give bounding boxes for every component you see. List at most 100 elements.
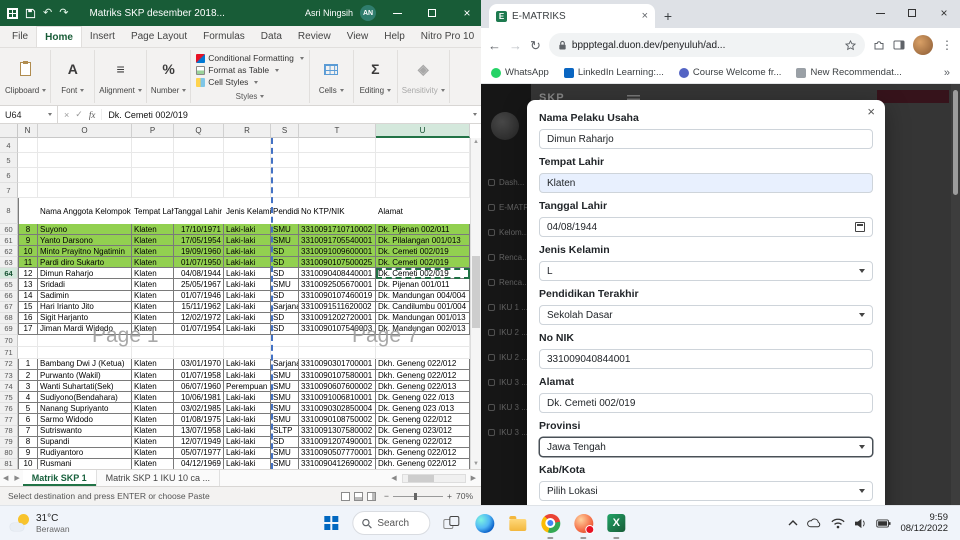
cell[interactable]: SD (271, 312, 299, 324)
cell[interactable] (376, 138, 470, 153)
formula-bar-expand-icon[interactable] (473, 113, 477, 116)
cell[interactable]: 2 (18, 370, 38, 382)
cell[interactable] (174, 168, 224, 183)
volume-icon[interactable] (854, 518, 867, 529)
cell[interactable]: 04/08/1944 (174, 268, 224, 280)
modal-close-icon[interactable]: × (867, 105, 875, 118)
column-header-u[interactable]: U (376, 124, 470, 138)
cell[interactable]: 15/11/1962 (174, 301, 224, 313)
weather-widget[interactable]: 31°C Berawan (0, 506, 80, 540)
cell[interactable]: Sudiyono(Bendahara) (38, 392, 132, 404)
cell[interactable]: Dk. Mandungan 002/013 (376, 323, 470, 335)
page-scrollbar[interactable] (951, 84, 960, 505)
cell[interactable]: Minto Prayitno Ngatimin (38, 246, 132, 258)
cell[interactable] (224, 183, 271, 198)
cell[interactable]: Pardi diro Sukarto (38, 257, 132, 269)
cell[interactable]: 3310090607600002 (299, 381, 376, 393)
cell[interactable] (299, 346, 376, 359)
cell[interactable]: 3310091207490001 (299, 436, 376, 448)
cell[interactable]: Laki-laki (224, 246, 271, 258)
page-layout-view-icon[interactable] (354, 491, 364, 501)
input-nama-pelaku-usaha[interactable]: Dimun Raharjo (539, 129, 873, 149)
cell[interactable] (271, 153, 299, 168)
cell[interactable]: Wanti Suhartati(Sek) (38, 381, 132, 393)
cell[interactable] (18, 334, 38, 347)
column-header-n[interactable]: N (18, 124, 38, 138)
excel-tab-home[interactable]: Home (36, 26, 82, 47)
battery-icon[interactable] (876, 518, 891, 528)
cell[interactable]: Dk. Pilalangan 001/013 (376, 235, 470, 247)
page-scroll-thumb[interactable] (953, 90, 958, 195)
cell[interactable]: Laki-laki (224, 235, 271, 247)
cell[interactable] (38, 183, 132, 198)
cell[interactable]: SD (271, 323, 299, 335)
cell[interactable]: Purwanto (Wakil) (38, 370, 132, 382)
row-header-69[interactable]: 69 (0, 323, 18, 335)
cancel-icon[interactable]: × (64, 110, 69, 120)
cell[interactable]: Dk. Pijenan 002/011 (376, 224, 470, 236)
cell[interactable]: 6 (18, 414, 38, 426)
cell[interactable] (18, 346, 38, 359)
cell[interactable]: Dk. Geneng 022/012 (376, 414, 470, 426)
cell[interactable]: 3310091202720001 (299, 312, 376, 324)
cell[interactable]: 01/07/1958 (174, 370, 224, 382)
minimize-button[interactable] (383, 0, 411, 26)
task-view-button[interactable] (439, 511, 463, 535)
input-provinsi[interactable]: Jawa Tengah (539, 437, 873, 457)
back-icon[interactable]: ← (488, 39, 501, 52)
cell[interactable]: SMU (271, 370, 299, 382)
cell[interactable]: 04/12/1969 (174, 458, 224, 469)
ribbon-group-sensitivity[interactable]: ◈ Sensitivity (398, 50, 450, 103)
cell[interactable]: 10/06/1981 (174, 392, 224, 404)
cell[interactable]: Pendidikan (271, 198, 299, 224)
cell[interactable]: 25/05/1967 (174, 279, 224, 291)
cell[interactable]: Klaten (132, 425, 174, 437)
close-button[interactable]: × (453, 0, 481, 26)
input-no-nik[interactable]: 331009040844001 (539, 349, 873, 369)
cell[interactable]: Klaten (132, 403, 174, 415)
cell[interactable] (174, 334, 224, 347)
row-header-74[interactable]: 74 (0, 381, 18, 393)
cell[interactable]: Klaten (132, 235, 174, 247)
close-button[interactable]: × (928, 0, 960, 26)
cell[interactable]: Sutriswanto (38, 425, 132, 437)
row-header-80[interactable]: 80 (0, 447, 18, 459)
cell[interactable]: Laki-laki (224, 403, 271, 415)
cell[interactable]: Dimun Raharjo (38, 268, 132, 280)
cell[interactable]: Nanang Supriyanto (38, 403, 132, 415)
ribbon-group-editing[interactable]: Σ Editing (354, 50, 398, 103)
row-header-6[interactable]: 6 (0, 168, 18, 183)
row-header-7[interactable]: 7 (0, 183, 18, 198)
edge-button[interactable] (472, 511, 496, 535)
cell[interactable]: 3310091006810001 (299, 392, 376, 404)
tray-chevron-up-icon[interactable] (788, 520, 798, 526)
zoom-level[interactable]: 70% (456, 491, 473, 501)
sheet-tab-matrik-skp-1[interactable]: Matrik SKP 1 (22, 470, 97, 486)
cell[interactable] (38, 153, 132, 168)
cell[interactable]: 4 (18, 392, 38, 404)
cell[interactable]: Laki-laki (224, 279, 271, 291)
cell[interactable]: 9 (18, 235, 38, 247)
cell[interactable]: 3310090302850004 (299, 403, 376, 415)
cell[interactable]: Laki-laki (224, 323, 271, 335)
row-header-68[interactable]: 68 (0, 312, 18, 324)
cell[interactable]: Tanggal Lahir (174, 198, 224, 224)
excel-tab-view[interactable]: View (339, 26, 377, 47)
ribbon-styles-caption[interactable]: Styles (196, 92, 304, 101)
cell[interactable]: Dkh. Geneng 022/012 (376, 358, 470, 371)
cell[interactable]: Laki-laki (224, 425, 271, 437)
cell[interactable] (18, 153, 38, 168)
cell[interactable]: Dkh. Geneng 022/012 (376, 458, 470, 469)
column-header-s[interactable]: S (271, 124, 299, 138)
cell[interactable]: 3310091705540001 (299, 235, 376, 247)
wifi-icon[interactable] (831, 518, 846, 529)
cell[interactable]: 17/10/1971 (174, 224, 224, 236)
cell[interactable]: Dk. Candilumbu 001/004 (376, 301, 470, 313)
excel-tab-page-layout[interactable]: Page Layout (123, 26, 195, 47)
cell[interactable]: Dk. Mandungan 004/004 (376, 290, 470, 302)
reload-icon[interactable]: ↻ (530, 39, 541, 52)
cell[interactable]: 01/07/1946 (174, 290, 224, 302)
cell[interactable] (18, 138, 38, 153)
input-pendidikan-terakhir[interactable]: Sekolah Dasar (539, 305, 873, 325)
cell[interactable] (132, 183, 174, 198)
